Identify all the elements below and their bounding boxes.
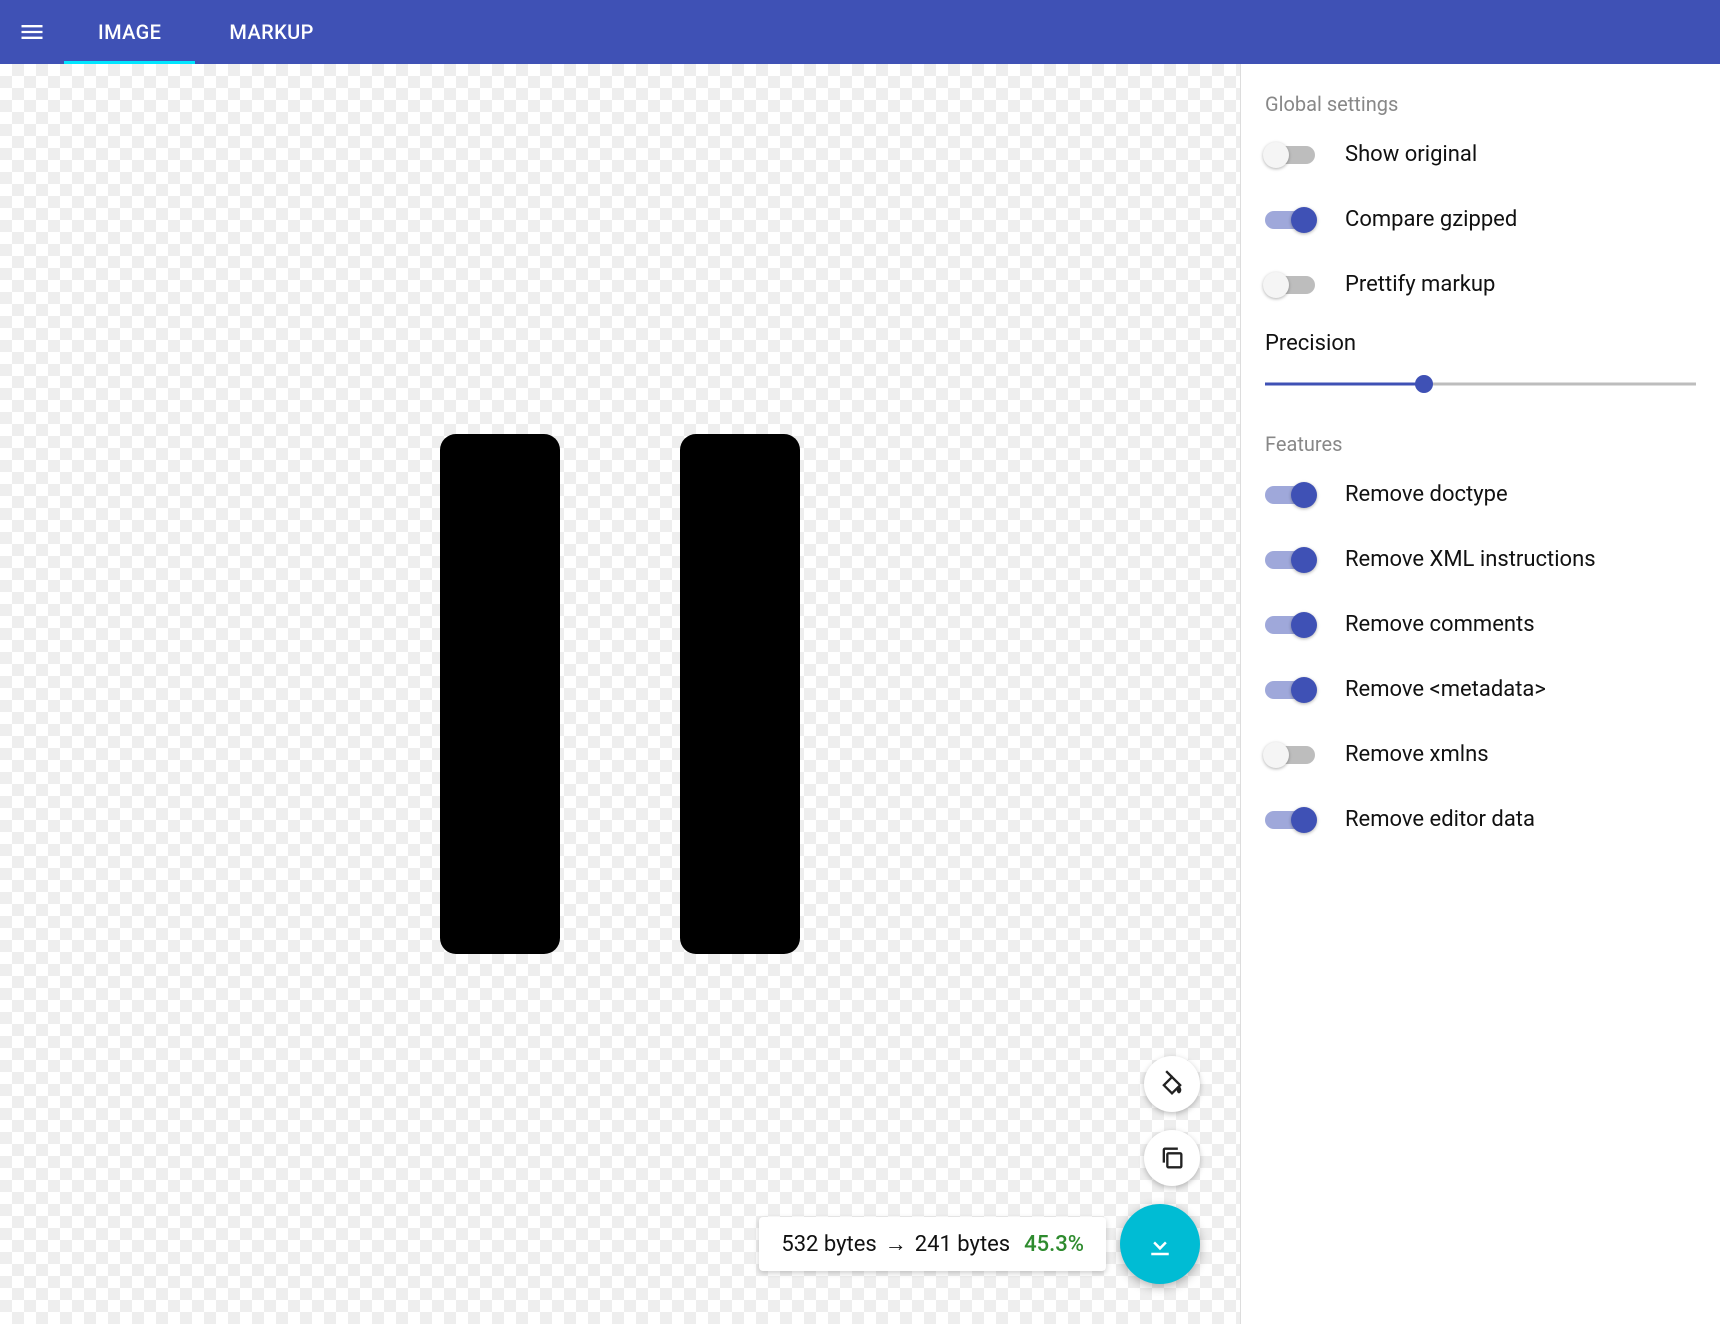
toggle-remove-metadata[interactable]: Remove <metadata> (1265, 677, 1696, 702)
preview-pane[interactable]: 532 bytes → 241 bytes 45.3% (0, 64, 1240, 1324)
toggle-remove-editor-data-label: Remove editor data (1345, 807, 1535, 832)
toggle-remove-xml-instructions-label: Remove XML instructions (1345, 547, 1596, 572)
size-arrow: → (885, 1231, 907, 1257)
app-header: IMAGE MARKUP (0, 0, 1720, 64)
toggle-remove-editor-data[interactable]: Remove editor data (1265, 807, 1696, 832)
background-button[interactable] (1144, 1056, 1200, 1112)
copy-icon (1158, 1144, 1186, 1172)
toggle-remove-xml-instructions[interactable]: Remove XML instructions (1265, 547, 1696, 572)
global-settings-title: Global settings (1265, 92, 1696, 116)
tabs: IMAGE MARKUP (64, 0, 348, 64)
pause-icon (440, 434, 800, 954)
copy-button[interactable] (1144, 1130, 1200, 1186)
toggle-prettify-markup-label: Prettify markup (1345, 272, 1495, 297)
toggle-compare-gzipped[interactable]: Compare gzipped (1265, 207, 1696, 232)
toggle-remove-doctype[interactable]: Remove doctype (1265, 482, 1696, 507)
hamburger-icon (18, 18, 46, 46)
toggle-remove-metadata-label: Remove <metadata> (1345, 677, 1546, 702)
size-badge: 532 bytes → 241 bytes 45.3% (759, 1217, 1106, 1271)
main-area: 532 bytes → 241 bytes 45.3% Global setti… (0, 64, 1720, 1324)
toggle-remove-xmlns[interactable]: Remove xmlns (1265, 742, 1696, 767)
toggle-compare-gzipped-label: Compare gzipped (1345, 207, 1517, 232)
toggle-remove-doctype-label: Remove doctype (1345, 482, 1508, 507)
size-percent: 45.3% (1024, 1232, 1084, 1257)
toggle-show-original-label: Show original (1345, 142, 1477, 167)
size-before: 532 bytes (781, 1232, 876, 1257)
download-button[interactable] (1120, 1204, 1200, 1284)
features-title: Features (1265, 432, 1696, 456)
toggle-prettify-markup[interactable]: Prettify markup (1265, 272, 1696, 297)
tab-image[interactable]: IMAGE (64, 0, 195, 64)
download-row: 532 bytes → 241 bytes 45.3% (759, 1204, 1200, 1284)
toggle-show-original[interactable]: Show original (1265, 142, 1696, 167)
action-buttons: 532 bytes → 241 bytes 45.3% (759, 1056, 1200, 1284)
tab-markup[interactable]: MARKUP (195, 0, 347, 64)
toggle-remove-xmlns-label: Remove xmlns (1345, 742, 1489, 767)
paint-bucket-icon (1158, 1070, 1186, 1098)
size-after: 241 bytes (915, 1232, 1010, 1257)
toggle-remove-comments-label: Remove comments (1345, 612, 1535, 637)
svg-preview (440, 434, 800, 954)
menu-button[interactable] (0, 0, 64, 64)
download-icon (1145, 1229, 1175, 1259)
settings-panel: Global settings Show original Compare gz… (1240, 64, 1720, 1324)
precision-label: Precision (1265, 331, 1696, 356)
precision-slider[interactable] (1265, 374, 1696, 394)
toggle-remove-comments[interactable]: Remove comments (1265, 612, 1696, 637)
